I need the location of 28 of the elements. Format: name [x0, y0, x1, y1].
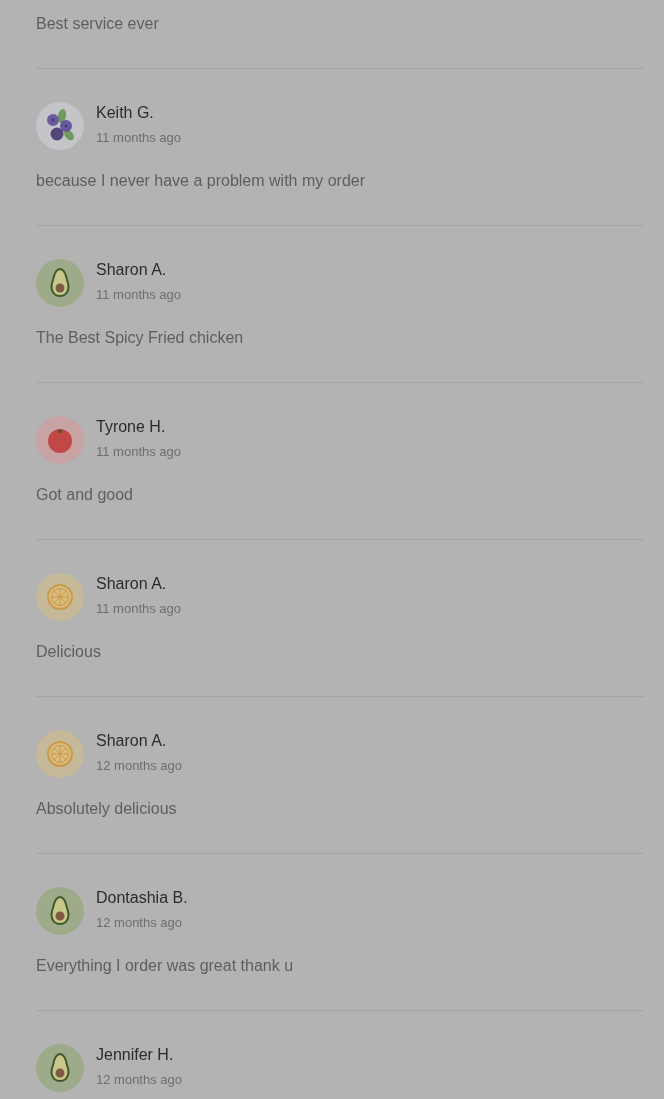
reviewer-name: Tyrone H.	[96, 417, 166, 437]
reviewer-name: Sharon A.	[96, 731, 167, 751]
citrus-slice-icon	[36, 573, 84, 621]
review-time: 12 months ago	[96, 757, 182, 775]
tomato-icon	[36, 416, 84, 464]
review-comment: Everything I order was great thank u	[36, 956, 295, 976]
reviewer-name: Jennifer H.	[96, 1045, 174, 1065]
reviewer-name: Sharon A.	[96, 574, 167, 594]
avocado-icon	[36, 259, 84, 307]
review-time: 11 months ago	[96, 443, 182, 461]
review-time: 12 months ago	[96, 914, 182, 932]
review-time: 12 months ago	[96, 1071, 182, 1089]
blueberry-icon	[36, 102, 84, 150]
review-comment: The Best Spicy Fried chicken	[36, 328, 245, 348]
review-time: 11 months ago	[96, 129, 182, 147]
review-comment: Best service ever	[36, 14, 160, 34]
reviewer-name: Dontashia B.	[96, 888, 188, 908]
review-comment: Got and good	[36, 485, 134, 505]
reviewer-name: Keith G.	[96, 103, 154, 123]
reviewer-name: Sharon A.	[96, 260, 167, 280]
review-comment: Absolutely delicious	[36, 799, 178, 819]
review-comment: Delicious	[36, 642, 102, 662]
review-time: 11 months ago	[96, 286, 182, 304]
avocado-icon	[36, 1044, 84, 1092]
review-time: 11 months ago	[96, 600, 182, 618]
avocado-icon	[36, 887, 84, 935]
review-comment: because I never have a problem with my order	[36, 171, 367, 191]
citrus-slice-icon	[36, 730, 84, 778]
